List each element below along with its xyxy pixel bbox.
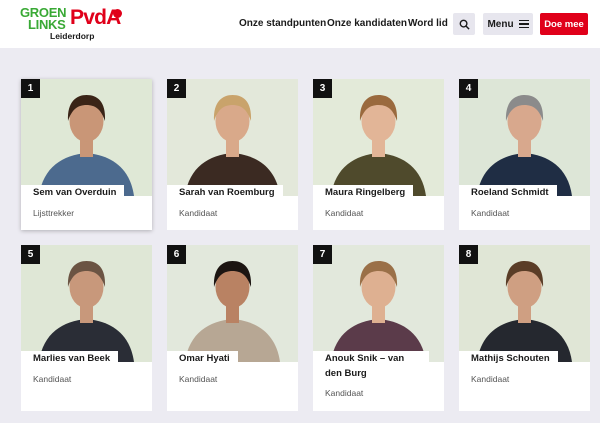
- logo-pvda-text: PvdA: [70, 6, 121, 29]
- candidate-card[interactable]: 8 Mathijs Schouten Kandidaat: [459, 245, 590, 411]
- candidate-role: Kandidaat: [325, 388, 364, 398]
- candidate-role: Lijsttrekker: [33, 208, 75, 218]
- candidate-role: Kandidaat: [471, 374, 510, 384]
- list-number-badge: 5: [21, 245, 40, 264]
- candidate-name[interactable]: Sarah van Roemburg: [167, 185, 283, 200]
- candidate-role: Kandidaat: [179, 208, 218, 218]
- candidate-photo: [167, 245, 298, 362]
- menu-label: Menu: [487, 18, 514, 30]
- candidate-name[interactable]: Mathijs Schouten: [459, 351, 558, 366]
- candidate-card[interactable]: 6 Omar Hyati Kandidaat: [167, 245, 298, 411]
- candidate-role: Kandidaat: [325, 208, 364, 218]
- hamburger-icon: [518, 19, 529, 29]
- candidate-role: Kandidaat: [471, 208, 510, 218]
- list-number-badge: 3: [313, 79, 332, 98]
- candidate-card[interactable]: 4 Roeland Schmidt Kandidaat: [459, 79, 590, 230]
- candidate-role: Kandidaat: [33, 374, 72, 384]
- nav-link-kandidaten[interactable]: Onze kandidaten: [327, 18, 407, 29]
- list-number-badge: 1: [21, 79, 40, 98]
- candidate-photo: [21, 79, 152, 196]
- candidate-name[interactable]: Anouk Snik – van den Burg: [313, 351, 429, 381]
- candidate-photo: [459, 79, 590, 196]
- candidate-name[interactable]: Marlies van Beek: [21, 351, 119, 366]
- candidate-card[interactable]: 3 Maura Ringelberg Kandidaat: [313, 79, 444, 230]
- list-number-badge: 4: [459, 79, 478, 98]
- candidate-card[interactable]: 2 Sarah van Roemburg Kandidaat: [167, 79, 298, 230]
- candidate-name[interactable]: Omar Hyati: [167, 351, 238, 366]
- candidate-photo: [313, 245, 444, 362]
- site-header: GROEN LINKS PvdA Leiderdorp Onze standpu…: [0, 0, 600, 48]
- candidate-name[interactable]: Roeland Schmidt: [459, 185, 557, 200]
- menu-button[interactable]: Menu: [483, 13, 533, 35]
- list-number-badge: 8: [459, 245, 478, 264]
- candidate-card[interactable]: 7 Anouk Snik – van den Burg Kandidaat: [313, 245, 444, 411]
- candidate-name[interactable]: Maura Ringelberg: [313, 185, 414, 200]
- candidate-name[interactable]: Sem van Overduin: [21, 185, 125, 200]
- candidate-card[interactable]: 5 Marlies van Beek Kandidaat: [21, 245, 152, 411]
- nav-link-word-lid[interactable]: Word lid: [408, 18, 448, 29]
- candidate-photo: [459, 245, 590, 362]
- list-number-badge: 2: [167, 79, 186, 98]
- candidate-photo: [167, 79, 298, 196]
- doe-mee-button[interactable]: Doe mee: [540, 13, 588, 35]
- party-logo[interactable]: GROEN LINKS PvdA Leiderdorp: [20, 6, 130, 42]
- candidate-photo: [21, 245, 152, 362]
- list-number-badge: 6: [167, 245, 186, 264]
- logo-links-text: LINKS: [28, 17, 66, 32]
- search-icon: [459, 19, 470, 30]
- list-number-badge: 7: [313, 245, 332, 264]
- candidate-role: Kandidaat: [179, 374, 218, 384]
- candidate-grid: 1 Sem van Overduin Lijsttrekker 2 Sarah …: [21, 79, 590, 411]
- nav-link-standpunten[interactable]: Onze standpunten: [239, 18, 326, 29]
- candidate-card[interactable]: 1 Sem van Overduin Lijsttrekker: [21, 79, 152, 230]
- rose-icon: [113, 9, 122, 18]
- candidate-photo: [313, 79, 444, 196]
- search-button[interactable]: [453, 13, 475, 35]
- logo-local-text: Leiderdorp: [50, 31, 95, 41]
